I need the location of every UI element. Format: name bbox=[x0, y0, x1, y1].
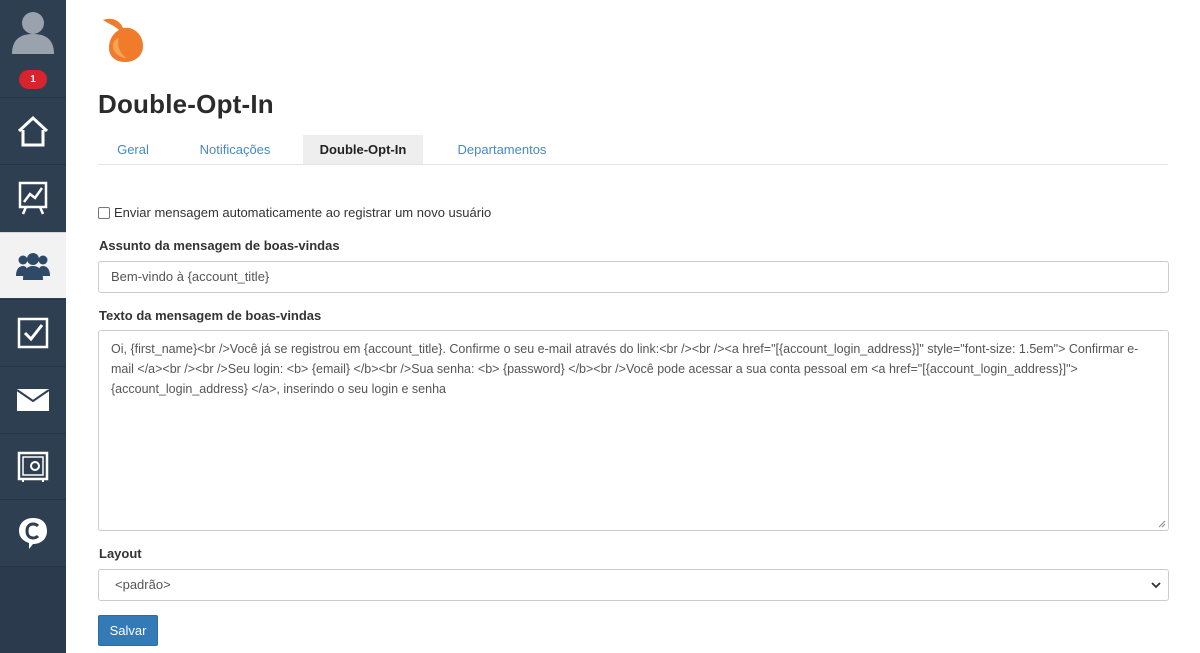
tab-double-opt-in[interactable]: Double-Opt-In bbox=[303, 135, 423, 164]
body-textarea[interactable]: Oi, {first_name}<br />Você já se registr… bbox=[98, 330, 1169, 531]
resize-handle-icon[interactable] bbox=[1158, 520, 1166, 528]
avatar[interactable] bbox=[0, 0, 66, 62]
sidebar-item-home[interactable] bbox=[0, 97, 66, 163]
subject-label: Assunto da mensagem de boas-vindas bbox=[99, 238, 340, 253]
notification-badge[interactable]: 1 bbox=[19, 70, 47, 89]
sidebar-item-reports[interactable] bbox=[0, 164, 66, 230]
chat-c-icon bbox=[19, 517, 47, 549]
body-label: Texto da mensagem de boas-vindas bbox=[99, 308, 322, 323]
sidebar-item-chat[interactable] bbox=[0, 499, 66, 565]
safe-icon bbox=[17, 451, 49, 482]
tab-bar: Geral Notificações Double-Opt-In Departa… bbox=[98, 135, 1168, 165]
layout-selected-value: <padrão> bbox=[115, 577, 171, 592]
auto-send-row: Enviar mensagem automaticamente ao regis… bbox=[98, 205, 491, 220]
brand-logo bbox=[103, 18, 143, 62]
save-button[interactable]: Salvar bbox=[98, 615, 158, 646]
sidebar: 1 bbox=[0, 0, 66, 653]
sidebar-item-mail[interactable] bbox=[0, 366, 66, 432]
chart-board-icon bbox=[18, 181, 48, 214]
layout-label: Layout bbox=[99, 546, 142, 561]
sidebar-footer bbox=[0, 566, 66, 653]
mail-icon bbox=[17, 388, 49, 411]
sidebar-item-settings[interactable] bbox=[0, 433, 66, 499]
checkbox-icon bbox=[17, 317, 49, 348]
page-title: Double-Opt-In bbox=[98, 89, 274, 119]
subject-input[interactable]: Bem-vindo à {account_title} bbox=[98, 261, 1169, 293]
sidebar-item-tasks[interactable] bbox=[0, 299, 66, 365]
chevron-down-icon bbox=[1151, 582, 1161, 589]
tab-geral[interactable]: Geral bbox=[98, 135, 168, 164]
user-avatar-icon bbox=[12, 12, 54, 54]
home-icon bbox=[17, 115, 49, 146]
body-text: Oi, {first_name}<br />Você já se registr… bbox=[111, 342, 1139, 396]
users-icon bbox=[16, 252, 50, 280]
layout-select[interactable]: <padrão> bbox=[98, 569, 1169, 601]
auto-send-label[interactable]: Enviar mensagem automaticamente ao regis… bbox=[114, 205, 491, 220]
auto-send-checkbox[interactable] bbox=[98, 206, 110, 219]
tab-departamentos[interactable]: Departamentos bbox=[442, 135, 562, 164]
tab-notificacoes[interactable]: Notificações bbox=[184, 135, 286, 164]
sidebar-item-users[interactable] bbox=[0, 232, 66, 298]
